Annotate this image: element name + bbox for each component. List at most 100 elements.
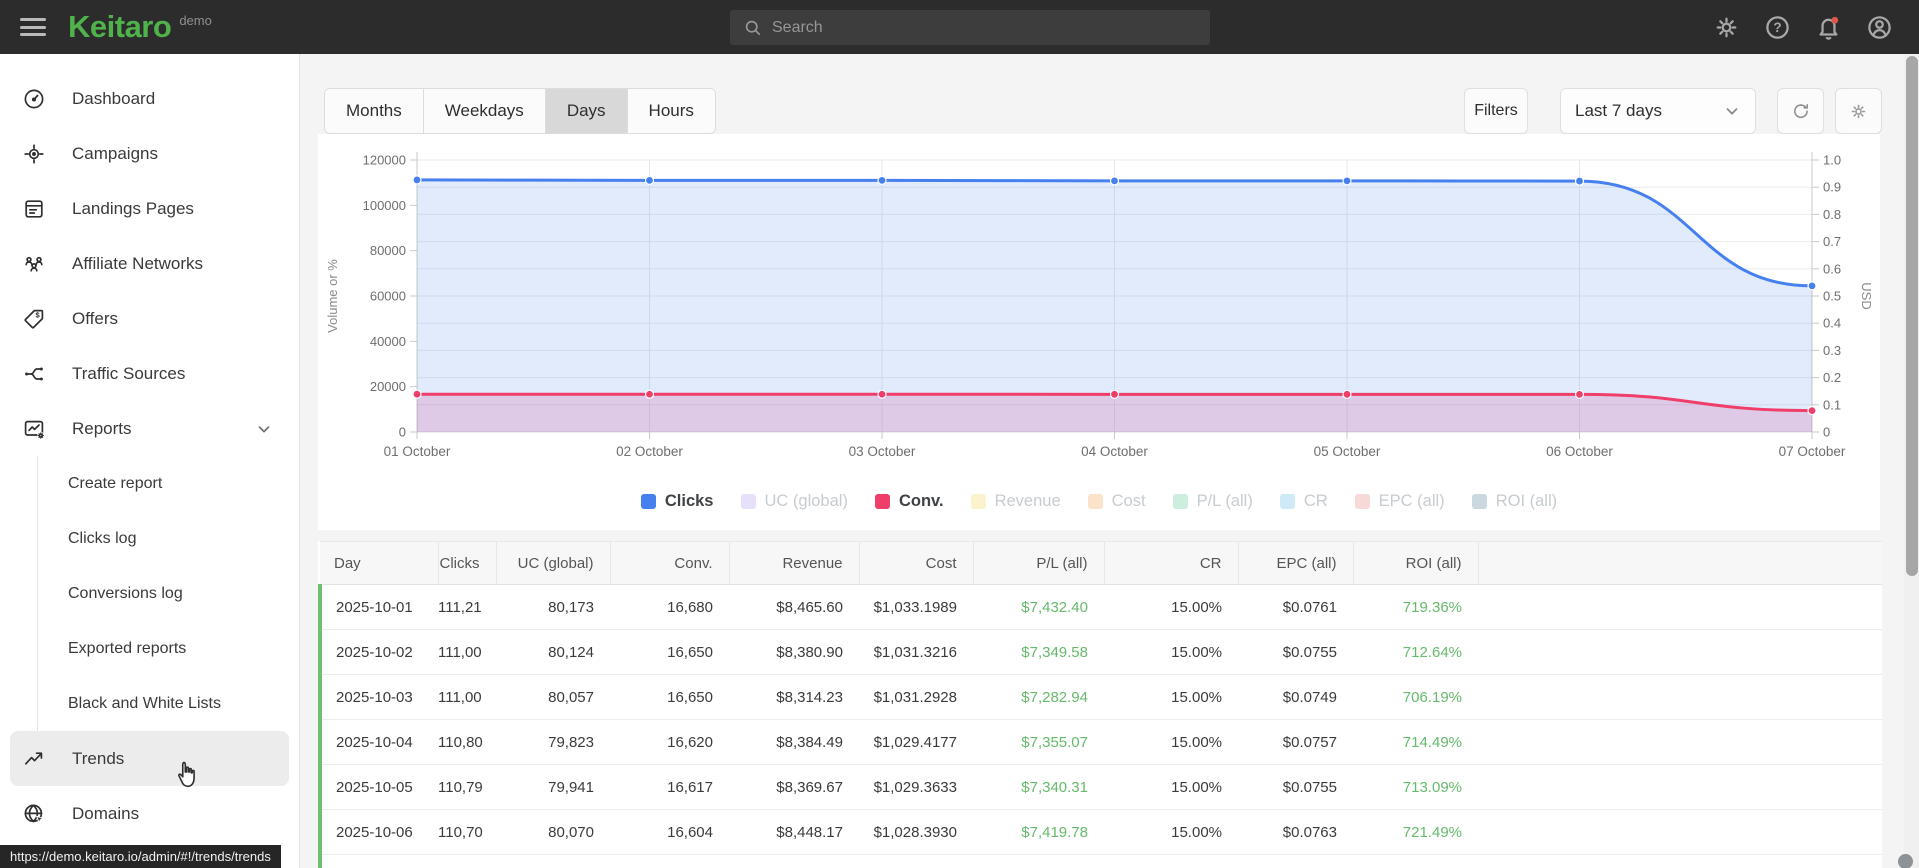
column-header-conv[interactable]: Conv. — [609, 541, 729, 585]
legend-item-clicks[interactable]: Clicks — [640, 492, 714, 511]
cell-roi-all: 714.49% — [1353, 719, 1478, 765]
column-header-p-l-all[interactable]: P/L (all) — [972, 541, 1104, 585]
table-body: 2025-10-01 111,21 80,173 16,680 $8,465.60 $1,… — [318, 584, 1882, 868]
notifications-bell-icon[interactable] — [1814, 13, 1842, 41]
sidebar-item-offers[interactable]: $ Offers — [0, 291, 299, 346]
cell-roi-all: 721.49% — [1353, 809, 1478, 855]
cell-day: 2025-10-02 — [318, 629, 438, 675]
legend-swatch — [874, 494, 890, 509]
sidebar-item-label: Offers — [72, 308, 118, 328]
cell-conv: 9,446 — [610, 854, 729, 868]
sidebar-item-label: Dashboard — [72, 88, 156, 108]
table-row[interactable]: 2025-10-02 111,00 80,124 16,650 $8,380.90 $1,… — [318, 629, 1882, 675]
cell-cr: 15.00% — [1104, 854, 1238, 868]
filters-button[interactable]: Filters — [1464, 88, 1528, 134]
sidebar-item-exported-reports[interactable]: Exported reports — [0, 621, 299, 676]
column-header-roi-all[interactable]: ROI (all) — [1352, 541, 1478, 585]
cell-epc-all: $0.0755 — [1238, 629, 1353, 675]
date-range-select[interactable]: Last 7 days — [1560, 88, 1756, 134]
legend-label: ROI (all) — [1495, 492, 1558, 510]
cell-day: 2025-10-03 — [318, 674, 438, 720]
sidebar-item-reports[interactable]: Reports — [0, 401, 299, 456]
legend-item-roi-all[interactable]: ROI (all) — [1471, 492, 1558, 511]
search-input[interactable] — [772, 18, 1210, 37]
page-scrollbar-thumb[interactable] — [1905, 56, 1918, 576]
sidebar-item-dashboard[interactable]: Dashboard — [0, 71, 299, 126]
cell-cost: $517.3933 — [859, 854, 973, 868]
table-row[interactable]: 2025-10-05 110,79 79,941 16,617 $8,369.67 $1,… — [318, 764, 1882, 810]
legend-item-cost[interactable]: Cost — [1087, 492, 1146, 511]
cell-uc-global: 44,457 — [496, 854, 610, 868]
svg-text:0.3: 0.3 — [1823, 343, 1841, 358]
column-header-epc-all[interactable]: EPC (all) — [1237, 541, 1353, 585]
tab-hours[interactable]: Hours — [626, 89, 715, 133]
cell-epc-all: $0.0761 — [1238, 584, 1353, 630]
cell-clicks: 111,00 — [438, 629, 496, 675]
table-row[interactable]: 2025-10-06 110,70 80,070 16,604 $8,448.17 $1,… — [318, 809, 1882, 855]
cell-cr: 15.00% — [1104, 764, 1238, 810]
svg-text:0.7: 0.7 — [1823, 234, 1841, 249]
cell-clicks: 111,00 — [438, 674, 496, 720]
topbar: Keitaro demo ? — [0, 0, 1919, 54]
user-account-icon[interactable] — [1865, 13, 1893, 41]
tab-months[interactable]: Months — [325, 89, 423, 133]
sidebar-item-clicks-log[interactable]: Clicks log — [0, 511, 299, 566]
sidebar-item-conversions-log[interactable]: Conversions log — [0, 566, 299, 621]
sidebar-item-landings-pages[interactable]: Landings Pages — [0, 181, 299, 236]
tab-weekdays[interactable]: Weekdays — [422, 89, 545, 133]
table-row[interactable]: 2025-10-04 110,80 79,823 16,620 $8,384.49 $1,… — [318, 719, 1882, 765]
legend-item-p-l-all[interactable]: P/L (all) — [1172, 492, 1253, 511]
table-row[interactable]: 2025-10-0764,4644,4579,446$4,829.34$517.… — [318, 854, 1882, 868]
cell-uc-global: 80,070 — [496, 809, 610, 855]
search-bar[interactable] — [730, 10, 1210, 45]
column-header-uc-global[interactable]: UC (global) — [495, 541, 610, 585]
cell-uc-global: 79,941 — [496, 764, 610, 810]
legend-item-cr[interactable]: CR — [1279, 492, 1328, 511]
svg-text:120000: 120000 — [363, 153, 406, 168]
campaigns-icon — [22, 142, 46, 166]
legend-item-epc-all[interactable]: EPC (all) — [1354, 492, 1445, 511]
table-row[interactable]: 2025-10-03 111,00 80,057 16,650 $8,314.23 $1,… — [318, 674, 1882, 720]
svg-text:0.4: 0.4 — [1823, 316, 1841, 331]
legend-swatch — [740, 494, 756, 509]
sidebar-item-domains[interactable]: Domains — [0, 786, 299, 841]
cell-clicks: 111,21 — [438, 584, 496, 630]
sidebar-item-affiliate-networks[interactable]: Affiliate Networks — [0, 236, 299, 291]
column-header-cost[interactable]: Cost — [858, 541, 973, 585]
help-icon[interactable]: ? — [1763, 13, 1791, 41]
tab-days[interactable]: Days — [544, 89, 627, 133]
sidebar: Dashboard Campaigns Landings Pages Affiliat… — [0, 54, 300, 868]
svg-text:04 October: 04 October — [1081, 444, 1148, 459]
column-header-cr[interactable]: CR — [1103, 541, 1238, 585]
svg-text:0.9: 0.9 — [1823, 180, 1841, 195]
sidebar-item-traffic-sources[interactable]: Traffic Sources — [0, 346, 299, 401]
legend-item-uc-global[interactable]: UC (global) — [740, 492, 848, 511]
chart-settings-button[interactable] — [1835, 88, 1882, 134]
cell-conv: 16,620 — [610, 719, 729, 765]
menu-toggle-icon[interactable] — [20, 18, 46, 36]
settings-gear-icon[interactable] — [1712, 13, 1740, 41]
table-row[interactable]: 2025-10-01 111,21 80,173 16,680 $8,465.60 $1,… — [318, 584, 1882, 630]
legend-swatch — [640, 494, 656, 509]
column-header-revenue[interactable]: Revenue — [728, 541, 859, 585]
column-header-clicks[interactable]: Clicks — [437, 541, 496, 585]
sidebar-item-create-report[interactable]: Create report — [0, 456, 299, 511]
sidebar-item-black-and-white-lists[interactable]: Black and White Lists — [0, 676, 299, 731]
sidebar-item-label: Campaigns — [72, 143, 158, 163]
refresh-button[interactable] — [1777, 88, 1824, 134]
column-header-day[interactable]: Day — [320, 541, 438, 585]
svg-text:100000: 100000 — [363, 198, 406, 213]
brand-logo[interactable]: Keitaro — [68, 9, 172, 45]
sidebar-item-campaigns[interactable]: Campaigns — [0, 126, 299, 181]
svg-text:USD: USD — [1859, 282, 1874, 309]
cell-cost: $1,028.3930 — [859, 809, 973, 855]
svg-text:40000: 40000 — [370, 334, 406, 349]
cell-uc-global: 80,124 — [496, 629, 610, 675]
legend-item-conv[interactable]: Conv. — [874, 492, 944, 511]
cell-roi-all: 712.64% — [1353, 629, 1478, 675]
offers-icon: $ — [22, 307, 46, 331]
sidebar-item-trends[interactable]: Trends — [10, 731, 289, 786]
legend-item-revenue[interactable]: Revenue — [970, 492, 1061, 511]
trends-chart: 0 20000 40000 60000 80000 100000 120000 0 0.1 0.2… — [325, 152, 1874, 459]
status-url: https://demo.keitaro.io/admin/#!/trends/… — [0, 845, 281, 868]
